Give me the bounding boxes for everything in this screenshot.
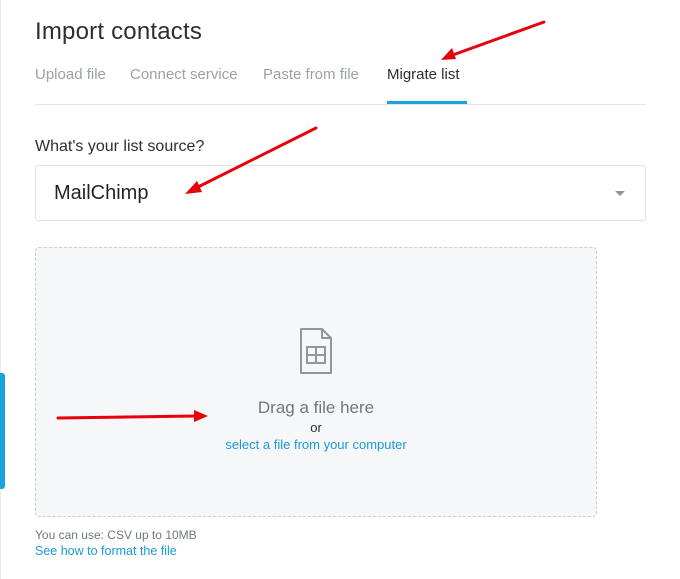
side-handle[interactable] — [0, 373, 5, 489]
dropzone-title: Drag a file here — [257, 398, 375, 417]
active-tab-indicator — [387, 101, 467, 104]
spreadsheet-file-icon — [300, 328, 332, 374]
left-border — [0, 0, 1, 579]
list-source-label: What's your list source? — [35, 138, 205, 155]
tab-paste-from-file[interactable]: Paste from file — [263, 66, 359, 83]
tab-upload-file[interactable]: Upload file — [35, 66, 106, 83]
dropzone-or: or — [310, 420, 322, 435]
select-file-link[interactable]: select a file from your computer — [36, 437, 596, 452]
caret-down-icon — [615, 191, 625, 196]
import-tabs: Upload file Connect service Paste from f… — [35, 66, 646, 105]
list-source-value: MailChimp — [54, 182, 149, 204]
format-help-link[interactable]: See how to format the file — [35, 544, 177, 558]
tab-migrate-list[interactable]: Migrate list — [387, 66, 460, 83]
page-title: Import contacts — [35, 18, 203, 45]
list-source-select[interactable]: MailChimp — [35, 165, 646, 221]
file-dropzone[interactable]: Drag a file here or select a file from y… — [35, 247, 597, 517]
tab-connect-service[interactable]: Connect service — [130, 66, 238, 83]
file-limit-note: You can use: CSV up to 10MB — [35, 528, 197, 542]
arrow-to-migrate-tab — [441, 20, 546, 60]
